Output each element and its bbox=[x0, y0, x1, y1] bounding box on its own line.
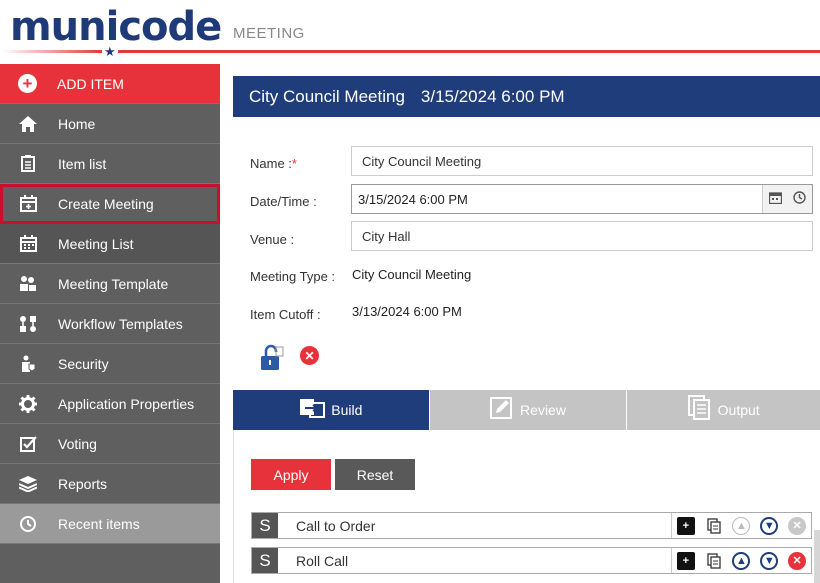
sidebar-item-workflow-templates[interactable]: Workflow Templates bbox=[0, 304, 220, 344]
documents-icon bbox=[687, 394, 712, 426]
logo-divider bbox=[2, 50, 102, 53]
app-title: MEETING bbox=[233, 25, 305, 42]
move-down-icon[interactable]: ▼ bbox=[760, 516, 779, 535]
layers-icon bbox=[18, 474, 38, 494]
sidebar-item-voting[interactable]: Voting bbox=[0, 424, 220, 464]
tab-build[interactable]: Build bbox=[233, 390, 429, 430]
sidebar-item-create-meeting[interactable]: Create Meeting bbox=[0, 184, 220, 224]
close-icon[interactable]: ✕ bbox=[300, 346, 319, 365]
agenda-item-row[interactable]: S Roll Call + ▲ ▼ ✕ bbox=[251, 547, 812, 574]
venue-field[interactable]: City Hall bbox=[351, 221, 813, 251]
tab-bar: Build Review Output bbox=[233, 390, 820, 430]
plus-circle-icon: + bbox=[18, 74, 37, 93]
clock-icon[interactable] bbox=[793, 191, 806, 207]
build-icon bbox=[299, 398, 326, 423]
datetime-picker-buttons bbox=[762, 185, 812, 213]
calendar-list-icon bbox=[18, 234, 38, 254]
sidebar-item-meeting-template[interactable]: Meeting Template bbox=[0, 264, 220, 304]
meeting-editor: City Council Meeting 3/15/2024 6:00 PM N… bbox=[233, 76, 820, 583]
star-icon: ★ bbox=[104, 44, 116, 59]
agenda-item-label[interactable]: Call to Order bbox=[296, 518, 656, 534]
section-badge: S bbox=[252, 513, 278, 538]
sidebar-item-label: Meeting List bbox=[58, 235, 134, 252]
header: municode ★ MEETING bbox=[0, 0, 820, 64]
tab-label: Review bbox=[520, 402, 566, 418]
calendar-add-icon bbox=[18, 194, 38, 214]
agenda-item-row[interactable]: S Call to Order + ▲ ▼ ✕ bbox=[251, 512, 812, 539]
apply-button[interactable]: Apply bbox=[251, 459, 331, 490]
meeting-type-label: Meeting Type : bbox=[250, 269, 336, 284]
build-panel: Apply Reset S Call to Order + ▲ ▼ ✕ S Ro… bbox=[233, 430, 820, 583]
sidebar-item-label: Voting bbox=[58, 435, 97, 452]
list-icon bbox=[18, 154, 38, 174]
sidebar-item-label: Workflow Templates bbox=[58, 315, 183, 332]
tab-review[interactable]: Review bbox=[429, 390, 627, 430]
row-actions: + ▲ ▼ ✕ bbox=[671, 548, 811, 573]
home-icon bbox=[18, 114, 38, 134]
sidebar-item-label: Reports bbox=[58, 475, 108, 492]
meeting-type-value: City Council Meeting bbox=[352, 267, 472, 282]
edit-icon bbox=[490, 396, 514, 424]
checkbox-icon bbox=[18, 434, 38, 454]
venue-label: Venue : bbox=[250, 232, 295, 247]
security-icon bbox=[18, 354, 38, 374]
item-cutoff-value: 3/13/2024 6:00 PM bbox=[352, 304, 462, 319]
sidebar-item-label: Create Meeting bbox=[58, 195, 154, 212]
tab-label: Build bbox=[331, 402, 363, 418]
header-divider bbox=[118, 50, 820, 53]
meeting-title-bar: City Council Meeting 3/15/2024 6:00 PM bbox=[233, 76, 820, 117]
meeting-title: City Council Meeting bbox=[249, 86, 405, 106]
reset-button[interactable]: Reset bbox=[335, 459, 415, 490]
delete-icon[interactable]: ✕ bbox=[788, 551, 807, 570]
sidebar-item-reports[interactable]: Reports bbox=[0, 464, 220, 504]
name-label: Name :* bbox=[250, 156, 297, 171]
sidebar-item-application-properties[interactable]: Application Properties bbox=[0, 384, 220, 424]
calendar-icon[interactable] bbox=[768, 191, 782, 207]
copy-icon[interactable] bbox=[705, 517, 723, 535]
sidebar-item-home[interactable]: Home bbox=[0, 104, 220, 144]
sidebar-item-security[interactable]: Security bbox=[0, 344, 220, 384]
tab-output[interactable]: Output bbox=[627, 390, 820, 430]
agenda-item-label[interactable]: Roll Call bbox=[296, 553, 656, 569]
required-marker: * bbox=[291, 156, 297, 171]
workflow-icon bbox=[18, 314, 38, 334]
sidebar-item-label: ADD ITEM bbox=[57, 75, 124, 92]
sidebar-item-meeting-list[interactable]: Meeting List bbox=[0, 224, 220, 264]
meeting-datetime-title: 3/15/2024 6:00 PM bbox=[420, 86, 565, 106]
scrollbar[interactable] bbox=[814, 530, 820, 583]
history-icon bbox=[18, 514, 38, 534]
add-icon[interactable]: + bbox=[676, 516, 695, 535]
section-badge: S bbox=[252, 548, 278, 573]
sidebar-item-label: Application Properties bbox=[58, 395, 195, 412]
sidebar-item-label: Recent items bbox=[58, 515, 140, 532]
delete-icon[interactable]: ✕ bbox=[788, 516, 807, 535]
move-up-icon[interactable]: ▲ bbox=[732, 516, 751, 535]
copy-icon[interactable] bbox=[705, 552, 723, 570]
datetime-label: Date/Time : bbox=[250, 194, 317, 209]
sidebar-item-add-item[interactable]: + ADD ITEM bbox=[0, 64, 220, 104]
datetime-field[interactable]: 3/15/2024 6:00 PM bbox=[351, 184, 813, 214]
add-icon[interactable]: + bbox=[676, 551, 695, 570]
move-down-icon[interactable]: ▼ bbox=[760, 551, 779, 570]
item-cutoff-label: Item Cutoff : bbox=[250, 307, 321, 322]
sidebar-item-label: Home bbox=[58, 115, 96, 132]
sidebar-item-label: Meeting Template bbox=[58, 275, 169, 292]
sidebar-item-label: Item list bbox=[58, 155, 107, 172]
gear-icon bbox=[18, 394, 38, 414]
sidebar-item-item-list[interactable]: Item list bbox=[0, 144, 220, 184]
row-actions: + ▲ ▼ ✕ bbox=[671, 513, 811, 538]
sidebar-item-recent-items[interactable]: Recent items bbox=[0, 504, 220, 544]
unlock-icon[interactable] bbox=[260, 344, 284, 372]
move-up-icon[interactable]: ▲ bbox=[732, 551, 751, 570]
name-field[interactable]: City Council Meeting bbox=[351, 146, 813, 176]
sidebar: + ADD ITEM Home Item list Create Meeting… bbox=[0, 64, 220, 583]
tab-label: Output bbox=[717, 402, 760, 418]
sidebar-item-label: Security bbox=[58, 355, 109, 372]
datetime-value[interactable]: 3/15/2024 6:00 PM bbox=[352, 192, 762, 207]
template-icon bbox=[18, 274, 38, 294]
